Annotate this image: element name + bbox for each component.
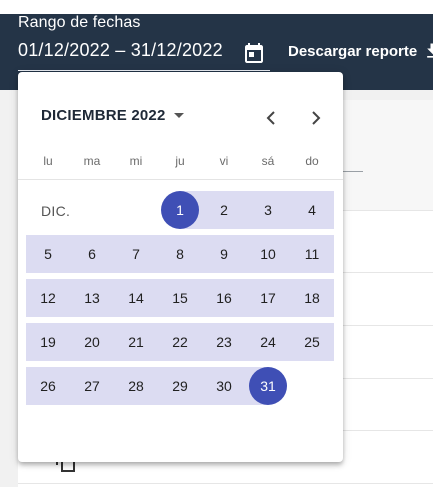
download-report-button[interactable]: Descargar reporte [288, 39, 433, 63]
day-cell-14[interactable]: 14 [117, 279, 155, 317]
day-cell-31[interactable]: 31 [249, 367, 287, 405]
calendar-grid: DIC. 1 2 3 4 5 6 7 8 9 10 11 12 13 14 15 16 17 18 19 20 21 22… [18, 72, 343, 462]
day-cell-1[interactable]: 1 [161, 191, 199, 229]
day-cell-18[interactable]: 18 [293, 279, 331, 317]
day-cell-8[interactable]: 8 [161, 235, 199, 273]
day-cell-22[interactable]: 22 [161, 323, 199, 361]
field-underline [18, 70, 270, 71]
download-icon [427, 43, 433, 58]
day-cell-19[interactable]: 19 [29, 323, 67, 361]
day-cell-4[interactable]: 4 [293, 191, 331, 229]
day-cell-15[interactable]: 15 [161, 279, 199, 317]
day-cell-23[interactable]: 23 [205, 323, 243, 361]
day-cell-16[interactable]: 16 [205, 279, 243, 317]
table-divider [18, 483, 433, 484]
day-cell-5[interactable]: 5 [29, 235, 67, 273]
date-range-label: Rango de fechas [18, 14, 141, 31]
day-cell-26[interactable]: 26 [29, 367, 67, 405]
month-label: DIC. [41, 203, 71, 219]
day-cell-28[interactable]: 28 [117, 367, 155, 405]
calendar-icon[interactable] [242, 41, 266, 65]
day-cell-12[interactable]: 12 [29, 279, 67, 317]
day-cell-10[interactable]: 10 [249, 235, 287, 273]
day-cell-29[interactable]: 29 [161, 367, 199, 405]
day-cell-17[interactable]: 17 [249, 279, 287, 317]
top-strip [0, 0, 433, 14]
day-cell-2[interactable]: 2 [205, 191, 243, 229]
day-cell-11[interactable]: 11 [293, 235, 331, 273]
day-cell-3[interactable]: 3 [249, 191, 287, 229]
date-range-value[interactable]: 01/12/2022 – 31/12/2022 [18, 40, 223, 61]
download-report-label: Descargar reporte [288, 42, 418, 60]
day-cell-27[interactable]: 27 [73, 367, 111, 405]
day-cell-24[interactable]: 24 [249, 323, 287, 361]
day-cell-25[interactable]: 25 [293, 323, 331, 361]
day-cell-9[interactable]: 9 [205, 235, 243, 273]
day-cell-30[interactable]: 30 [205, 367, 243, 405]
day-cell-7[interactable]: 7 [117, 235, 155, 273]
day-cell-13[interactable]: 13 [73, 279, 111, 317]
day-cell-6[interactable]: 6 [73, 235, 111, 273]
day-cell-20[interactable]: 20 [73, 323, 111, 361]
date-picker-popup: DICIEMBRE 2022 lu ma mi ju vi sá do DIC. 12345… [18, 72, 343, 462]
day-cell-21[interactable]: 21 [117, 323, 155, 361]
